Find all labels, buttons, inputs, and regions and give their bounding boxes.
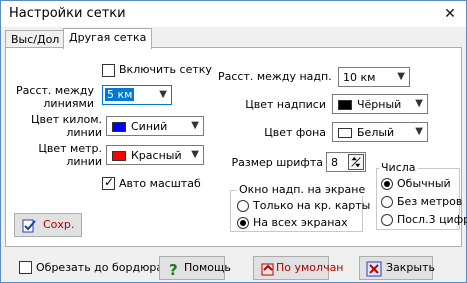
radio-only-map-frame[interactable] — [237, 200, 249, 212]
help-button[interactable]: ? Помощь — [159, 256, 231, 280]
font-size-value: 8 — [331, 156, 338, 169]
label-color-label: Цвет надписи — [245, 98, 326, 111]
title-bar[interactable]: Настройки сетки ✕ — [1, 1, 466, 27]
tab-height-longitude[interactable]: Выс/Дол — [5, 30, 66, 48]
close-icon[interactable]: ✕ — [440, 4, 460, 24]
crop-to-border-checkbox[interactable] — [19, 261, 32, 274]
color-swatch — [338, 128, 352, 138]
km-color-combo[interactable]: Синий ▼ — [106, 116, 204, 136]
auto-scale-label: Авто масштаб — [119, 177, 201, 190]
chevron-down-icon: ▼ — [415, 98, 423, 109]
close-button[interactable]: Закрыть — [359, 256, 435, 280]
label-color-combo[interactable]: Чёрный ▼ — [332, 94, 428, 114]
tab-panel-other-grid: Включить сетку Расст. между линиями 5 км… — [5, 47, 467, 247]
color-swatch — [112, 151, 126, 161]
default-button-label: По умолчан — [276, 261, 344, 274]
auto-scale-checkbox[interactable] — [102, 175, 115, 190]
radio-normal-label: Обычный — [397, 177, 451, 190]
color-swatch — [338, 100, 352, 110]
radio-normal[interactable] — [381, 178, 393, 190]
chevron-down-icon: ▼ — [397, 71, 405, 82]
distance-combo[interactable]: 5 км ▼ — [102, 85, 172, 105]
label-window-group: Окно надп. на экране Только на кр. карты… — [230, 183, 370, 232]
color-swatch — [112, 122, 126, 132]
default-button[interactable]: По умолчан — [253, 256, 344, 280]
label-distance-value: 10 км — [343, 71, 376, 84]
svg-text:?: ? — [169, 261, 178, 277]
bg-color-combo[interactable]: Белый ▼ — [332, 122, 428, 142]
save-button[interactable]: Сохр. — [14, 213, 82, 237]
distance-label: Расст. между линиями — [16, 84, 94, 110]
km-color-label: Цвет килом. линии — [30, 113, 102, 139]
radio-last3-digits[interactable] — [381, 214, 393, 226]
font-size-spinner[interactable]: 8 — [326, 152, 366, 172]
save-button-label: Сохр. — [43, 218, 75, 231]
close-button-label: Закрыть — [386, 261, 435, 274]
chevron-down-icon: ▼ — [159, 89, 167, 100]
radio-no-meters-label: Без метров — [397, 195, 463, 208]
bg-color-value: Белый — [357, 126, 395, 139]
numbers-group-title: Числа — [379, 161, 418, 174]
font-size-spin-icon[interactable] — [348, 154, 364, 170]
enable-grid-checkbox[interactable] — [102, 64, 115, 77]
chevron-down-icon: ▼ — [415, 126, 423, 137]
help-button-label: Помощь — [184, 261, 231, 274]
label-window-group-title: Окно надп. на экране — [237, 183, 368, 196]
font-size-label: Размер шрифта — [231, 156, 323, 169]
close-icon — [366, 261, 382, 277]
tab-other-grid[interactable]: Другая сетка — [63, 28, 153, 49]
save-check-icon — [22, 219, 36, 233]
chevron-down-icon: ▼ — [191, 120, 199, 131]
label-color-value: Чёрный — [357, 98, 402, 111]
enable-grid-label: Включить сетку — [119, 63, 212, 76]
reset-icon — [261, 263, 274, 276]
radio-last3-digits-label: Посл.3 цифр — [397, 213, 467, 226]
radio-all-screens[interactable] — [237, 217, 249, 229]
radio-all-screens-label: На всех экранах — [253, 216, 348, 229]
radio-no-meters[interactable] — [381, 196, 393, 208]
numbers-group: Числа Обычный Без метров Посл.3 цифр — [376, 161, 467, 230]
radio-only-map-frame-label: Только на кр. карты — [253, 199, 371, 212]
m-color-label: Цвет метр. линии — [38, 142, 102, 168]
settings-window: Настройки сетки ✕ Выс/Дол Другая сетка В… — [0, 0, 467, 283]
m-color-combo[interactable]: Красный ▼ — [106, 145, 204, 165]
label-distance-label: Расст. между надп. — [218, 70, 332, 83]
chevron-down-icon: ▼ — [191, 149, 199, 160]
km-color-value: Синий — [131, 120, 168, 133]
label-distance-combo[interactable]: 10 км ▼ — [338, 67, 410, 87]
help-icon: ? — [169, 261, 178, 277]
distance-value: 5 км — [105, 88, 135, 101]
crop-to-border-label: Обрезать до бордюра — [36, 261, 164, 274]
bg-color-label: Цвет фона — [264, 126, 326, 139]
window-title: Настройки сетки — [9, 6, 126, 21]
m-color-value: Красный — [131, 149, 182, 162]
